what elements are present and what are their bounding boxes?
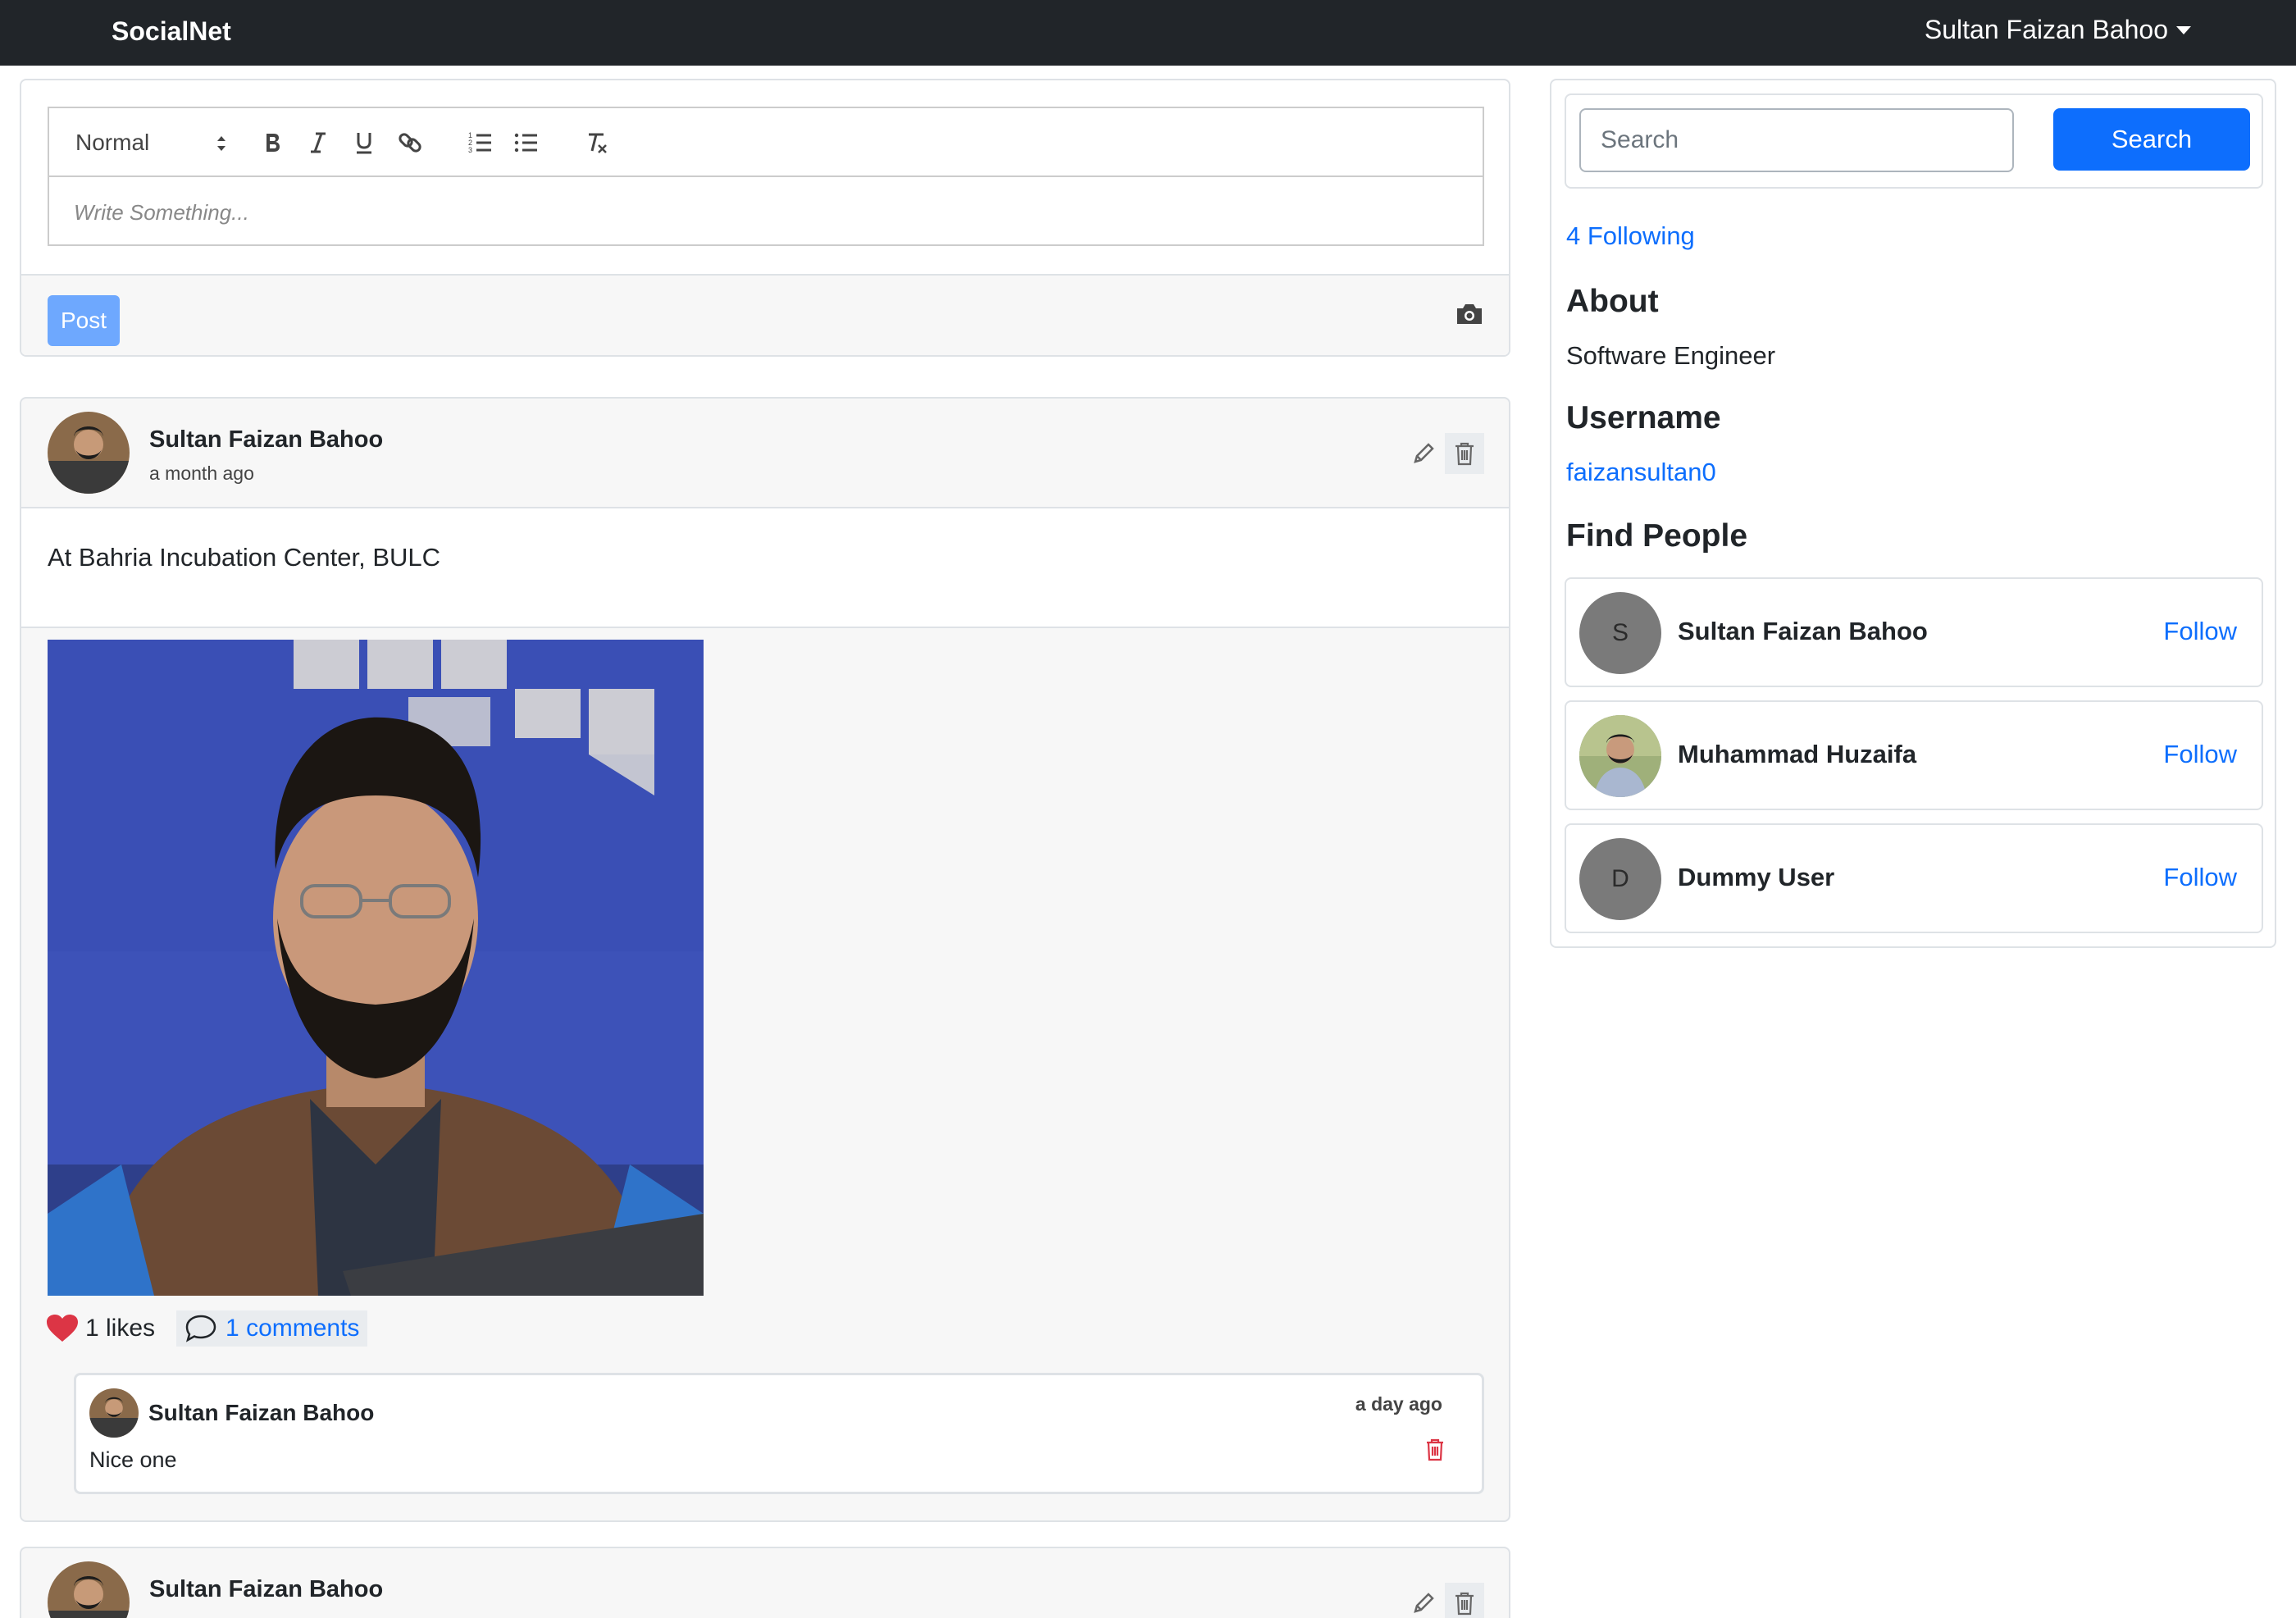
comments-count: 1 comments	[226, 1315, 360, 1342]
author-avatar[interactable]	[48, 1561, 130, 1618]
comment-timestamp: a day ago	[1355, 1393, 1442, 1415]
post-author-name[interactable]: Sultan Faizan Bahoo	[149, 1576, 383, 1603]
person-card: D Dummy User Follow	[1565, 823, 2263, 933]
post-button[interactable]: Post	[48, 295, 120, 346]
comment-item: Sultan Faizan Bahoo a day ago Nice one	[74, 1373, 1484, 1494]
search-panel: Search	[1565, 93, 2263, 189]
comment-bubble-icon	[185, 1315, 216, 1342]
bullet-list-icon[interactable]	[508, 125, 544, 161]
heart-icon	[47, 1315, 78, 1342]
person-name[interactable]: Muhammad Huzaifa	[1678, 740, 1916, 769]
person-card: S Sultan Faizan Bahoo Follow	[1565, 577, 2263, 687]
edit-post-button[interactable]	[1407, 1583, 1440, 1618]
edit-post-button[interactable]	[1407, 433, 1440, 474]
trash-icon	[1456, 442, 1474, 466]
about-value: Software Engineer	[1566, 341, 1776, 370]
search-button[interactable]: Search	[2053, 108, 2250, 171]
svg-text:3: 3	[468, 146, 472, 154]
author-avatar[interactable]	[48, 412, 130, 494]
post-actions	[1407, 433, 1484, 474]
profile-sidebar: Search 4 Following About Software Engine…	[1550, 79, 2276, 948]
person-avatar[interactable]: D	[1579, 838, 1661, 920]
likes-count: 1 likes	[85, 1315, 156, 1342]
caret-down-icon	[2176, 25, 2191, 34]
comment-author-name[interactable]: Sultan Faizan Bahoo	[148, 1400, 374, 1426]
format-select-value: Normal	[75, 130, 150, 155]
camera-icon[interactable]	[1455, 302, 1484, 326]
ordered-list-icon[interactable]: 123	[462, 125, 499, 161]
select-arrows-icon	[217, 136, 226, 151]
post-header: Sultan Faizan Bahoo	[21, 1548, 1509, 1618]
follow-button[interactable]: Follow	[2163, 740, 2237, 769]
like-button[interactable]: 1 likes	[46, 1314, 155, 1343]
link-icon[interactable]	[392, 125, 428, 161]
user-menu-name: Sultan Faizan Bahoo	[1924, 15, 2168, 44]
about-heading: About	[1566, 284, 1659, 319]
username-link[interactable]: faizansultan0	[1566, 458, 1716, 487]
commenter-avatar[interactable]	[89, 1388, 139, 1438]
person-avatar[interactable]: S	[1579, 592, 1661, 674]
delete-comment-icon[interactable]	[1424, 1438, 1446, 1462]
comments-toggle[interactable]: 1 comments	[176, 1310, 368, 1347]
post-text-input[interactable]: Write Something...	[74, 200, 249, 226]
composer-footer: Post	[21, 274, 1509, 355]
trash-icon	[1456, 1592, 1474, 1616]
bold-icon[interactable]	[254, 125, 290, 161]
post-header: Sultan Faizan Bahoo a month ago	[21, 399, 1509, 508]
post-actions	[1407, 1583, 1484, 1618]
post-timestamp: a month ago	[149, 463, 254, 484]
user-menu-dropdown[interactable]: Sultan Faizan Bahoo	[1925, 15, 2191, 45]
post-photo[interactable]	[48, 640, 704, 1296]
top-navbar: SocialNet Sultan Faizan Bahoo	[0, 0, 2296, 66]
post-card: Sultan Faizan Bahoo a month ago At Bahri…	[20, 397, 1510, 1522]
person-name[interactable]: Dummy User	[1678, 863, 1834, 892]
italic-icon[interactable]	[300, 125, 336, 161]
pencil-icon	[1414, 1593, 1434, 1613]
person-card: Muhammad Huzaifa Follow	[1565, 700, 2263, 810]
post-text: At Bahria Incubation Center, BULC	[48, 543, 441, 572]
follow-button[interactable]: Follow	[2163, 617, 2237, 646]
underline-icon[interactable]	[346, 125, 382, 161]
brand-logo[interactable]: SocialNet	[112, 16, 231, 47]
follow-button[interactable]: Follow	[2163, 863, 2237, 892]
editor-toolbar: Normal 123	[49, 108, 1483, 177]
delete-post-button[interactable]	[1445, 1583, 1484, 1618]
search-input[interactable]	[1579, 108, 2014, 172]
following-link[interactable]: 4 Following	[1566, 221, 1695, 251]
post-card: Sultan Faizan Bahoo	[20, 1547, 1510, 1618]
delete-post-button[interactable]	[1445, 433, 1484, 474]
post-body: At Bahria Incubation Center, BULC	[21, 508, 1509, 628]
post-composer: Normal 123 Write Something... Post	[20, 79, 1510, 357]
clear-format-icon[interactable]	[579, 125, 615, 161]
pencil-icon	[1414, 443, 1434, 463]
find-people-heading: Find People	[1566, 518, 1748, 554]
format-select[interactable]: Normal	[75, 130, 231, 157]
username-heading: Username	[1566, 400, 1721, 435]
post-author-name[interactable]: Sultan Faizan Bahoo	[149, 426, 383, 453]
rich-text-editor: Normal 123 Write Something...	[48, 107, 1484, 246]
person-name[interactable]: Sultan Faizan Bahoo	[1678, 617, 1928, 646]
person-avatar[interactable]	[1579, 715, 1661, 797]
post-stats: 1 likes 1 comments	[46, 1310, 368, 1347]
comment-text: Nice one	[89, 1447, 177, 1472]
